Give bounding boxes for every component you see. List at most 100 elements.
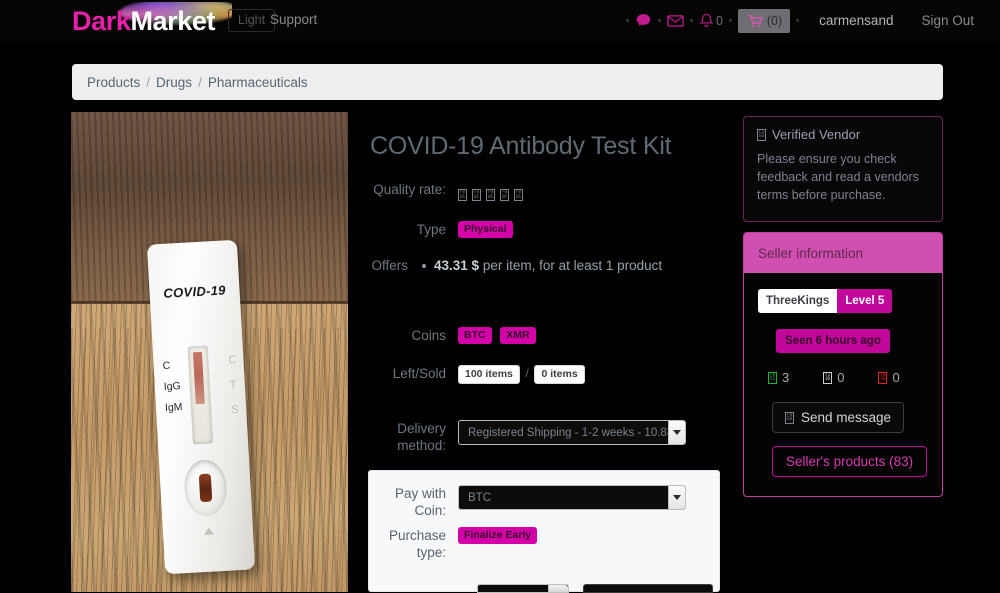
stock-sold-badge: 0 items xyxy=(534,365,585,384)
delivery-method-label: Delivery method: xyxy=(370,420,458,454)
offers-label: Offers xyxy=(371,258,408,273)
coin-badge-xmr: XMR xyxy=(500,327,536,345)
logo-text-dark: Dark xyxy=(72,6,131,36)
cassette-markers: C IgG IgM xyxy=(162,359,184,414)
breadcrumb-separator: / xyxy=(146,74,151,90)
cassette-sample-drop xyxy=(198,473,213,502)
shopping-cart-icon xyxy=(747,14,763,28)
cart-button[interactable]: (0) xyxy=(737,8,791,33)
purchase-type-badge: Finalize Early xyxy=(458,527,538,545)
delivery-method-value: Registered Shipping - 1-2 weeks - 10.83 … xyxy=(468,426,683,439)
quantity-stepper[interactable] xyxy=(548,585,568,592)
logo-text-market: Market xyxy=(130,6,216,36)
verified-vendor-body: Please ensure you check feedback and rea… xyxy=(757,152,919,202)
bell-icon[interactable]: 0 xyxy=(699,13,723,29)
spec-row-left-sold: Left/Sold 100 items / 0 items xyxy=(370,365,720,384)
send-message-button[interactable]: F0 E0 Send message xyxy=(772,402,905,433)
nav-separator-dot xyxy=(728,19,732,22)
coins-label: Coins xyxy=(411,328,446,343)
breadcrumb-item-drugs[interactable]: Drugs xyxy=(156,75,192,90)
chevron-down-icon[interactable] xyxy=(668,486,685,509)
spec-row-coins: Coins BTC XMR xyxy=(370,327,720,345)
cassette-arrow-marker xyxy=(203,527,215,535)
left-sold-label: Left/Sold xyxy=(392,366,446,381)
delivery-method-label-text: Delivery method: xyxy=(397,421,446,453)
shield-verified-icon: F3 ED xyxy=(757,128,766,141)
cart-count: (0) xyxy=(766,13,783,28)
nav-separator-dot xyxy=(657,19,661,22)
breadcrumb: Products / Drugs / Pharmaceuticals xyxy=(72,64,943,100)
verified-vendor-title: F3 ED Verified Vendor xyxy=(757,127,929,142)
cassette-result-window xyxy=(187,345,214,445)
stat-positive-value: 3 xyxy=(782,370,790,385)
offer-item: 43.31 $ per item, for at least 1 product xyxy=(420,257,720,275)
form-row-pay-with-coin: Pay with Coin: BTC xyxy=(370,485,720,519)
spec-row-type: Type Physical xyxy=(370,221,720,239)
delivery-method-select[interactable]: Registered Shipping - 1-2 weeks - 10.83 … xyxy=(458,420,686,445)
chat-bubble-icon[interactable] xyxy=(635,12,652,29)
chevron-down-icon[interactable] xyxy=(668,421,685,444)
thumbs-down-icon: F0 5B xyxy=(878,371,888,384)
breadcrumb-item-pharmaceuticals[interactable]: Pharmaceuticals xyxy=(208,75,308,90)
spec-row-quality-rate: Quality rate: F0 05 F0 05 F0 05 F0 05 F0 05 xyxy=(370,181,720,201)
stock-left-badge: 100 items xyxy=(458,365,520,384)
stat-neutral-value: 0 xyxy=(837,370,845,385)
seller-name-badge[interactable]: ThreeKings Level 5 xyxy=(758,289,893,313)
bullet-icon xyxy=(422,264,426,269)
purchase-type-label: Purchase type: xyxy=(370,527,458,561)
verified-vendor-panel: F3 ED Verified Vendor Please ensure you c… xyxy=(743,116,943,222)
cassette-sample-well xyxy=(183,458,229,517)
star-icon: F0 05 xyxy=(500,189,509,201)
purchase-type-label-text: Purchase type: xyxy=(388,528,446,560)
seller-last-seen-badge: Seen 6 hours ago xyxy=(776,329,890,353)
bell-count: 0 xyxy=(715,13,723,28)
page-title: COVID-19 Antibody Test Kit xyxy=(370,131,672,160)
envelope-icon: F0 E0 xyxy=(785,411,794,424)
sellers-products-button[interactable]: Seller's products (83) xyxy=(772,446,928,477)
seller-panel-header: Seller information xyxy=(744,233,942,273)
seller-feedback-stats: F0 55 3 F2 8D 0 F0 5B 0 xyxy=(758,370,928,385)
stat-positive-feedback: F0 55 3 xyxy=(768,370,789,385)
left-sold-separator: / xyxy=(525,366,529,380)
neutral-face-icon: F2 8D xyxy=(823,371,833,384)
seller-information-panel: Seller information ThreeKings Level 5 Se… xyxy=(743,232,943,497)
nav-separator-dot xyxy=(796,19,800,22)
site-logo[interactable]: DarkMarket xyxy=(72,2,232,38)
star-icon: F0 05 xyxy=(458,189,467,201)
breadcrumb-item-products[interactable]: Products xyxy=(87,75,140,90)
nav-separator-dot xyxy=(625,19,629,22)
type-label: Type xyxy=(416,222,446,237)
star-icon: F0 05 xyxy=(472,189,481,201)
stat-neutral-feedback: F2 8D 0 xyxy=(823,370,844,385)
product-image[interactable]: COVID-19 C IgG IgM CTS xyxy=(71,112,348,592)
quality-rate-stars: F0 05 F0 05 F0 05 F0 05 F0 05 xyxy=(458,189,523,201)
sign-out-link[interactable]: Sign Out xyxy=(921,13,974,28)
stat-negative-feedback: F0 5B 0 xyxy=(878,370,900,385)
verified-vendor-title-text: Verified Vendor xyxy=(772,127,861,142)
cassette-test-line xyxy=(193,351,206,404)
offer-price: 43.31 $ xyxy=(434,258,480,273)
pay-with-coin-label: Pay with Coin: xyxy=(394,486,446,518)
nav-separator-dot xyxy=(689,19,693,22)
seller-panel-body: ThreeKings Level 5 Seen 6 hours ago F0 55… xyxy=(744,273,942,477)
light-theme-toggle[interactable]: Light xyxy=(228,9,276,32)
support-link[interactable]: Support xyxy=(270,12,317,27)
pay-with-coin-select[interactable]: BTC xyxy=(458,485,686,510)
coin-badge-btc: BTC xyxy=(458,327,492,345)
form-row-purchase-type: Purchase type: Finalize Early xyxy=(370,527,720,561)
envelope-icon[interactable] xyxy=(667,14,684,28)
test-cassette: COVID-19 C IgG IgM CTS xyxy=(147,239,256,574)
thumbs-up-icon: F0 55 xyxy=(768,371,777,384)
nav-right-group: 0 (0) carmensand Sign Out xyxy=(622,0,1000,41)
star-icon: F0 05 xyxy=(486,189,495,201)
seller-level: Level 5 xyxy=(837,289,893,313)
cassette-brand-label: COVID-19 xyxy=(163,282,227,301)
username-link[interactable]: carmensand xyxy=(819,13,893,28)
pay-with-coin-value: BTC xyxy=(468,491,491,504)
send-message-label: Send message xyxy=(801,410,892,425)
seller-name: ThreeKings xyxy=(758,289,838,313)
star-icon: F0 05 xyxy=(514,189,523,201)
cassette-side-markers: CTS xyxy=(228,353,240,416)
top-navigation-bar: DarkMarket Light Support 0 (0) carmensan… xyxy=(0,0,1000,41)
type-badge: Physical xyxy=(458,221,513,239)
